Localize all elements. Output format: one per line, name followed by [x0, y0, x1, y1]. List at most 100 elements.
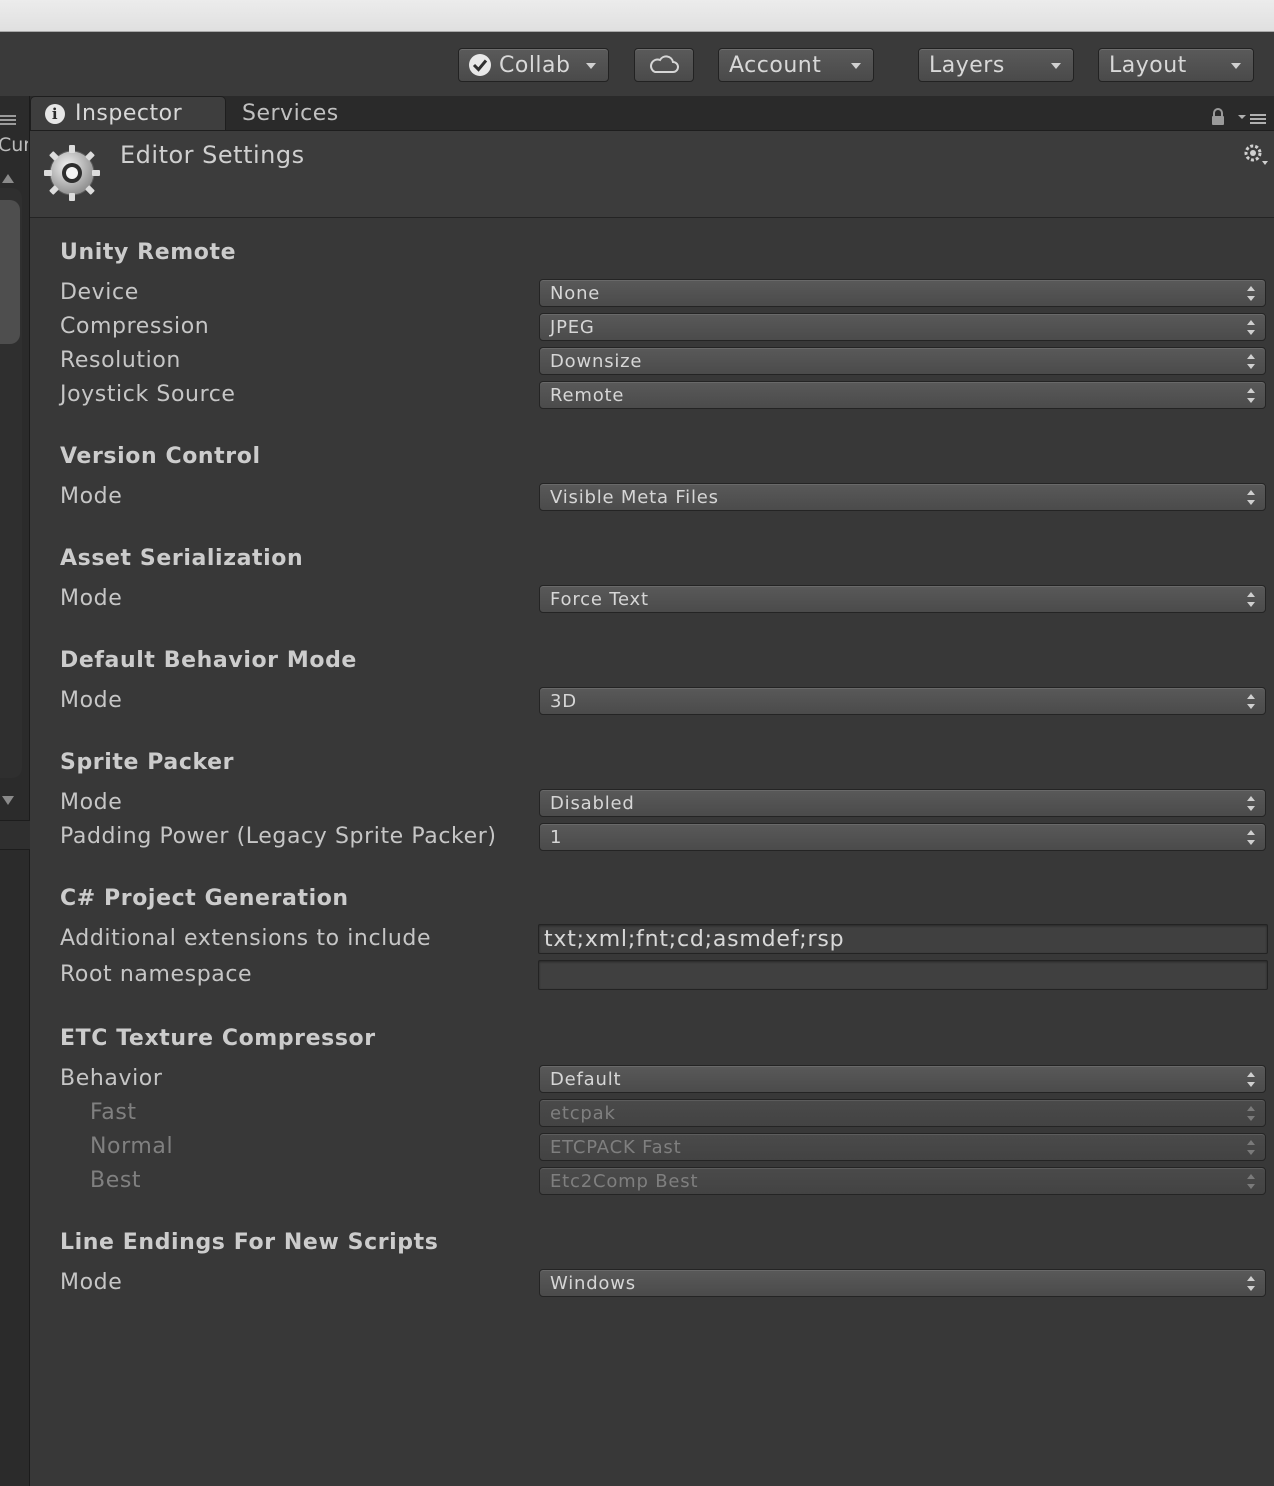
chevron-down-icon [586, 63, 596, 69]
additional-extensions-field[interactable]: txt;xml;fnt;cd;asmdef;rsp [538, 924, 1268, 954]
pane-menu-icon[interactable] [0, 114, 16, 126]
updown-arrows-icon [1247, 1072, 1255, 1087]
line-endings-mode-value: Windows [550, 1272, 636, 1294]
version-control-mode-value: Visible Meta Files [550, 486, 719, 508]
collab-check-icon [469, 54, 491, 76]
layout-button[interactable]: Layout [1098, 48, 1254, 82]
updown-arrows-icon [1247, 830, 1255, 845]
compression-value: JPEG [550, 316, 595, 338]
etc-fast-dropdown: etcpak [539, 1099, 1266, 1127]
settings-gear-icon [44, 145, 100, 201]
tab-inspector[interactable]: i Inspector [30, 96, 226, 130]
cloud-icon [650, 55, 679, 73]
window-titlebar [0, 0, 1274, 32]
updown-arrows-icon [1247, 1106, 1255, 1121]
tab-services-label: Services [242, 100, 339, 126]
etc-normal-value: ETCPACK Fast [550, 1136, 682, 1158]
tab-inspector-label: Inspector [75, 101, 183, 126]
left-pane: Cur [0, 96, 30, 1486]
section-line-endings: Line Endings For New Scripts [60, 1230, 439, 1255]
section-sprite-packer: Sprite Packer [60, 750, 235, 775]
updown-arrows-icon [1247, 388, 1255, 403]
asset-serialization-mode-label: Mode [60, 586, 123, 611]
collab-label: Collab [499, 52, 571, 78]
account-label: Account [729, 52, 822, 78]
updown-arrows-icon [1247, 490, 1255, 505]
scroll-up-arrow[interactable] [2, 174, 14, 183]
device-label: Device [60, 280, 139, 305]
layers-button[interactable]: Layers [918, 48, 1074, 82]
additional-extensions-label: Additional extensions to include [60, 926, 432, 951]
joystick-source-dropdown[interactable]: Remote [539, 381, 1266, 409]
etc-normal-label: Normal [90, 1134, 174, 1159]
updown-arrows-icon [1247, 1140, 1255, 1155]
compression-label: Compression [60, 314, 210, 339]
info-icon: i [45, 103, 65, 124]
etc-behavior-label: Behavior [60, 1066, 163, 1091]
cloud-button[interactable] [634, 48, 694, 82]
sprite-packer-mode-label: Mode [60, 790, 123, 815]
inspector-tab-bar: i Inspector Services [0, 96, 1274, 130]
etc-best-dropdown: Etc2Comp Best [539, 1167, 1266, 1195]
chevron-down-icon [851, 63, 861, 69]
etc-best-value: Etc2Comp Best [550, 1170, 699, 1192]
account-button[interactable]: Account [718, 48, 874, 82]
line-endings-mode-dropdown[interactable]: Windows [539, 1269, 1266, 1297]
sprite-packer-mode-dropdown[interactable]: Disabled [539, 789, 1266, 817]
etc-fast-label: Fast [90, 1100, 137, 1125]
page-title: Editor Settings [120, 141, 305, 169]
updown-arrows-icon [1247, 1276, 1255, 1291]
chevron-down-icon [1231, 63, 1241, 69]
updown-arrows-icon [1247, 592, 1255, 607]
section-unity-remote: Unity Remote [60, 240, 237, 265]
scroll-down-arrow[interactable] [2, 796, 14, 805]
resolution-value: Downsize [550, 350, 643, 372]
updown-arrows-icon [1247, 320, 1255, 335]
default-behavior-mode-label: Mode [60, 688, 123, 713]
updown-arrows-icon [1247, 1174, 1255, 1189]
etc-behavior-value: Default [550, 1068, 622, 1090]
joystick-source-value: Remote [550, 384, 625, 406]
tab-services[interactable]: Services [242, 96, 339, 130]
additional-extensions-value: txt;xml;fnt;cd;asmdef;rsp [544, 926, 845, 952]
layers-label: Layers [929, 52, 1005, 78]
root-namespace-label: Root namespace [60, 962, 253, 987]
joystick-source-label: Joystick Source [60, 382, 236, 407]
collab-button[interactable]: Collab [458, 48, 609, 82]
sprite-packer-mode-value: Disabled [550, 792, 635, 814]
padding-power-dropdown[interactable]: 1 [539, 823, 1266, 851]
section-version-control: Version Control [60, 444, 261, 469]
component-settings-icon[interactable] [1242, 143, 1272, 167]
section-asset-serialization: Asset Serialization [60, 546, 304, 571]
inspector-header: Editor Settings [30, 130, 1274, 218]
root-namespace-field[interactable] [538, 960, 1268, 990]
lock-icon[interactable] [1210, 108, 1226, 126]
resolution-dropdown[interactable]: Downsize [539, 347, 1266, 375]
asset-serialization-mode-value: Force Text [550, 588, 649, 610]
pane-divider [0, 820, 30, 850]
section-etc-texture-compressor: ETC Texture Compressor [60, 1026, 376, 1051]
left-scrollbar-thumb[interactable] [0, 200, 20, 344]
version-control-mode-dropdown[interactable]: Visible Meta Files [539, 483, 1266, 511]
default-behavior-mode-dropdown[interactable]: 3D [539, 687, 1266, 715]
inspector-content: Unity Remote Device None Compression JPE… [30, 218, 1274, 1486]
line-endings-mode-label: Mode [60, 1270, 123, 1295]
etc-best-label: Best [90, 1168, 142, 1193]
default-behavior-mode-value: 3D [550, 690, 577, 712]
tab-menu-icon[interactable] [1238, 112, 1266, 126]
section-csharp-project-generation: C# Project Generation [60, 886, 349, 911]
padding-power-label: Padding Power (Legacy Sprite Packer) [60, 824, 497, 849]
updown-arrows-icon [1247, 286, 1255, 301]
section-default-behavior-mode: Default Behavior Mode [60, 648, 357, 673]
compression-dropdown[interactable]: JPEG [539, 313, 1266, 341]
padding-power-value: 1 [550, 826, 563, 848]
chevron-down-icon [1051, 63, 1061, 69]
device-dropdown[interactable]: None [539, 279, 1266, 307]
main-toolbar: Collab Account Layers Layout [0, 32, 1274, 96]
asset-serialization-mode-dropdown[interactable]: Force Text [539, 585, 1266, 613]
updown-arrows-icon [1247, 354, 1255, 369]
updown-arrows-icon [1247, 796, 1255, 811]
etc-behavior-dropdown[interactable]: Default [539, 1065, 1266, 1093]
left-pane-label: Cur [0, 134, 28, 156]
version-control-mode-label: Mode [60, 484, 123, 509]
